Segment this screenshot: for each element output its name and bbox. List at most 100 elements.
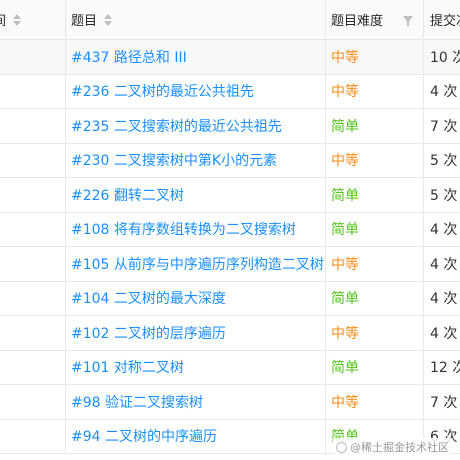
difficulty-badge: 中等 xyxy=(331,394,359,411)
table-row[interactable]: 前 #108 将有序数组转换为二叉搜索树 简单 4 次 xyxy=(0,212,460,247)
column-divider xyxy=(65,143,66,177)
table-body: #437 路径总和 III中等10 次前#236 二叉树的最近公共祖先中等4 次… xyxy=(0,40,460,454)
difficulty-cell: 中等 xyxy=(325,385,423,419)
submission-count: 4 次 xyxy=(430,84,458,101)
problem-link[interactable]: #101 对称二叉树 xyxy=(71,357,184,377)
table-row[interactable]: 前 #236 二叉树的最近公共祖先 中等 4 次 xyxy=(0,74,460,109)
table-row[interactable]: #437 路径总和 III 中等 10 次 xyxy=(0,40,460,75)
column-divider xyxy=(325,350,326,384)
table-row[interactable]: 前 #102 二叉树的层序遍历 中等 4 次 xyxy=(0,316,460,351)
submission-count: 5 次 xyxy=(430,153,458,170)
table-row[interactable]: 前 #235 二叉搜索树的最近公共祖先 简单 7 次 xyxy=(0,109,460,144)
submissions-cell: 4 次 xyxy=(423,75,460,109)
title-cell: #94 二叉树的中序遍历 xyxy=(65,420,325,454)
title-cell: #98 验证二叉搜索树 xyxy=(65,385,325,419)
difficulty-cell: 简单 xyxy=(325,178,423,212)
submissions-cell: 4 次 xyxy=(423,213,460,247)
column-divider xyxy=(325,419,326,453)
difficulty-cell: 简单 xyxy=(325,282,423,316)
difficulty-badge: 中等 xyxy=(331,153,359,170)
time-cell: 前 xyxy=(0,75,65,109)
table-row[interactable]: 前 #98 验证二叉搜索树 中等 7 次 xyxy=(0,385,460,420)
difficulty-badge: 中等 xyxy=(331,49,359,66)
column-divider xyxy=(65,40,66,74)
time-cell: 前 xyxy=(0,109,65,143)
problem-link[interactable]: #98 验证二叉搜索树 xyxy=(71,392,203,412)
problem-link[interactable]: #94 二叉树的中序遍历 xyxy=(71,426,217,446)
problem-link[interactable]: #235 二叉搜索树的最近公共祖先 xyxy=(71,116,282,136)
difficulty-cell: 中等 xyxy=(325,316,423,350)
column-divider xyxy=(65,350,66,384)
submissions-cell: 7 次 xyxy=(423,109,460,143)
problem-link[interactable]: #226 翻转二叉树 xyxy=(71,185,184,205)
column-divider xyxy=(65,0,66,39)
time-cell: 前 xyxy=(0,178,65,212)
column-divider xyxy=(423,247,424,281)
time-cell: 前 xyxy=(0,247,65,281)
problem-link[interactable]: #104 二叉树的最大深度 xyxy=(71,288,226,308)
difficulty-badge: 中等 xyxy=(331,256,359,273)
time-cell: 前 xyxy=(0,282,65,316)
table-row[interactable]: 前 #104 二叉树的最大深度 简单 4 次 xyxy=(0,281,460,316)
submissions-cell: 4 次 xyxy=(423,282,460,316)
sort-caret-icon[interactable] xyxy=(104,13,113,26)
column-divider xyxy=(65,316,66,350)
column-divider xyxy=(65,212,66,246)
difficulty-cell: 中等 xyxy=(325,247,423,281)
col-difficulty-label: 题目难度 xyxy=(331,14,384,29)
column-divider xyxy=(65,385,66,419)
column-divider xyxy=(325,74,326,108)
col-time-header[interactable]: 时间 xyxy=(0,0,65,39)
col-submissions-header[interactable]: 提交次 xyxy=(423,0,460,39)
table-row[interactable]: 前 #230 二叉搜索树中第K小的元素 中等 5 次 xyxy=(0,143,460,178)
submissions-cell: 5 次 xyxy=(423,144,460,178)
problem-link[interactable]: #437 路径总和 III xyxy=(71,47,187,67)
col-difficulty-header[interactable]: 题目难度 xyxy=(325,0,423,39)
difficulty-cell: 中等 xyxy=(325,75,423,109)
table-header: 时间 题目 题目难度 提交次 xyxy=(0,0,460,40)
time-cell: 前 xyxy=(0,385,65,419)
table-row[interactable]: 前 #101 对称二叉树 简单 12 次 xyxy=(0,350,460,385)
problem-link[interactable]: #102 二叉树的层序遍历 xyxy=(71,323,226,343)
column-divider xyxy=(325,40,326,74)
sort-caret-icon[interactable] xyxy=(13,13,22,26)
column-divider xyxy=(423,109,424,143)
title-cell: #101 对称二叉树 xyxy=(65,351,325,385)
column-divider xyxy=(423,178,424,212)
difficulty-badge: 简单 xyxy=(331,291,359,308)
submission-count: 12 次 xyxy=(430,360,460,377)
difficulty-badge: 简单 xyxy=(331,118,359,135)
title-cell: #104 二叉树的最大深度 xyxy=(65,282,325,316)
watermark-text: @稀土掘金技术社区 xyxy=(350,441,449,454)
table-row[interactable]: 前 #105 从前序与中序遍历序列构造二叉树中等 4 次 xyxy=(0,247,460,282)
column-divider xyxy=(325,281,326,315)
time-cell: 前 xyxy=(0,213,65,247)
column-divider xyxy=(423,0,424,39)
column-divider xyxy=(423,40,424,74)
column-divider xyxy=(325,316,326,350)
submission-count: 10 次 xyxy=(430,49,460,66)
time-cell: 前 xyxy=(0,351,65,385)
table-row[interactable]: 前 #226 翻转二叉树 简单 5 次 xyxy=(0,178,460,213)
column-divider xyxy=(65,74,66,108)
column-divider xyxy=(325,178,326,212)
problem-link[interactable]: #230 二叉搜索树中第K小的元素 xyxy=(71,150,277,170)
col-title-header[interactable]: 题目 xyxy=(65,0,325,39)
title-cell: #235 二叉搜索树的最近公共祖先 xyxy=(65,109,325,143)
filter-funnel-icon[interactable] xyxy=(403,16,413,26)
column-divider xyxy=(423,212,424,246)
difficulty-badge: 简单 xyxy=(331,222,359,239)
submission-count: 5 次 xyxy=(430,187,458,204)
column-divider xyxy=(423,385,424,419)
problem-link[interactable]: #108 将有序数组转换为二叉搜索树 xyxy=(71,219,296,239)
submission-count: 4 次 xyxy=(430,222,458,239)
column-divider xyxy=(423,74,424,108)
problem-link[interactable]: #236 二叉树的最近公共祖先 xyxy=(71,81,254,101)
title-cell: #105 从前序与中序遍历序列构造二叉树 xyxy=(65,247,325,281)
submission-count: 7 次 xyxy=(430,118,458,135)
problem-link[interactable]: #105 从前序与中序遍历序列构造二叉树 xyxy=(71,254,324,274)
column-divider xyxy=(65,109,66,143)
difficulty-cell: 中等 xyxy=(325,40,423,74)
title-cell: #226 翻转二叉树 xyxy=(65,178,325,212)
time-cell: 前 xyxy=(0,316,65,350)
